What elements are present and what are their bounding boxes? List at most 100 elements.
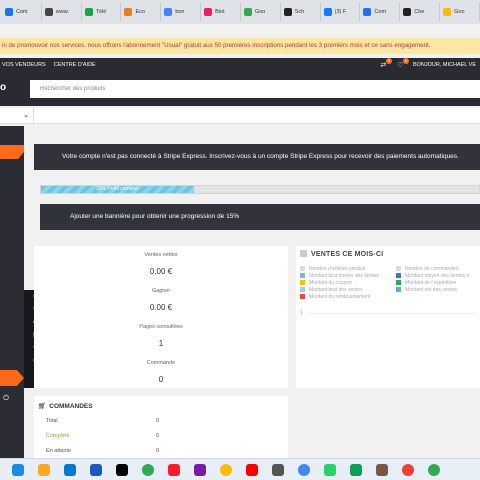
chrome-icon[interactable] [142, 464, 154, 476]
promo-text: in de promouvoir nos services, nous offr… [2, 42, 431, 49]
power-icon[interactable]: ⏻ [0, 395, 12, 403]
site-logo[interactable]: o [0, 82, 6, 93]
orders-row[interactable]: Complété 0 [46, 433, 159, 439]
browser-tab[interactable]: Goo [241, 3, 281, 21]
legend-label: Montant net des ventes [405, 287, 457, 293]
stat-page-views: Pages consultées 1 [34, 324, 288, 348]
tiktok-icon[interactable] [116, 464, 128, 476]
secondary-bar: ⌄ [0, 108, 480, 124]
profile-progress-bar: 35% Profil complet [40, 185, 480, 194]
stat-value: 1 [158, 339, 164, 348]
files-icon[interactable] [376, 464, 388, 476]
stat-orders: Commande 0 [34, 360, 288, 384]
whatsapp-icon[interactable] [324, 464, 336, 476]
chart-icon [300, 250, 307, 257]
tab-title: Che [414, 9, 425, 15]
onenote-icon[interactable] [194, 464, 206, 476]
stripe-notice: Votre compte n'est pas connecté à Stripe… [34, 144, 480, 170]
orders-row-value: 0 [156, 448, 160, 454]
word-icon[interactable] [90, 464, 102, 476]
legend-item[interactable]: Montant brut des ventes [300, 287, 363, 293]
chrome-icon[interactable] [298, 464, 310, 476]
promo-banner: in de promouvoir nos services, nous offr… [0, 38, 480, 54]
chrome-icon[interactable] [220, 464, 232, 476]
profile-progress-fill: 35% Profil complet [41, 186, 195, 193]
sales-title: VENTES CE MOIS-CI [300, 250, 383, 258]
dashboard-sidebar [0, 126, 24, 458]
user-greeting[interactable]: BONJOUR, MICHAEL VE [413, 62, 476, 68]
search-icon[interactable] [12, 464, 24, 476]
browser-tab[interactable]: www. [42, 3, 82, 21]
store-icon[interactable] [64, 464, 76, 476]
sales-title-text: VENTES CE MOIS-CI [311, 251, 384, 258]
stat-label: Pages consultées [139, 324, 183, 330]
orders-row-value: 0 [156, 418, 160, 424]
tab-favicon-icon [204, 8, 213, 16]
legend-item[interactable]: Montant net des ventes [396, 287, 457, 293]
nav-vendors-link[interactable]: VOS VENDEURS [2, 62, 46, 68]
legend-item[interactable]: Montant de l'expédition [396, 280, 456, 286]
orders-row-label: En attente [46, 448, 72, 454]
legend-label: Montant de l'expédition [405, 280, 457, 286]
nav-help-center-link[interactable]: CENTRE D'AIDE [54, 62, 96, 68]
orders-title: 🛒︎ COMMANDES [38, 402, 93, 410]
legend-label: Nombre d'articles vendus [309, 266, 366, 272]
opera-icon[interactable] [168, 464, 180, 476]
tab-favicon-icon [443, 8, 452, 16]
stats-panel: Ventes nettes 0.00 € Gagner 0.00 € Pages… [34, 246, 288, 388]
legend-label: Montant brut des ventes [309, 287, 363, 293]
stat-label: Gagner [151, 288, 171, 294]
legend-swatch [300, 280, 305, 285]
browser-tab[interactable]: Biot [201, 3, 241, 21]
monthly-sales-panel: VENTES CE MOIS-CI Nombre d'articles vend… [296, 246, 480, 388]
legend-label: Montant du coupon [309, 280, 352, 286]
chrome-icon[interactable] [402, 464, 414, 476]
legend-item[interactable]: Nombre de commandes [396, 266, 458, 272]
legend-item[interactable]: Nombre d'articles vendus [300, 266, 365, 272]
browser-tab[interactable]: Sch [281, 3, 321, 21]
cart-icon[interactable]: ⇄ 0 [379, 57, 392, 70]
legend-item[interactable]: Montant brut moyen des ventes [300, 273, 379, 279]
category-dropdown[interactable]: ⌄ [0, 108, 34, 124]
heart-icon[interactable]: ♡ 0 [396, 57, 409, 70]
stat-earnings: Gagner 0.00 € [34, 288, 288, 312]
chrome-icon[interactable] [428, 464, 440, 476]
stat-value: 0.00 € [149, 303, 173, 312]
browser-tab[interactable]: Eco [121, 3, 162, 21]
orders-panel: 🛒︎ COMMANDES Total 0 Complété 0 En attente 0 [34, 396, 288, 458]
legend-swatch [300, 287, 305, 292]
media-icon[interactable] [272, 464, 284, 476]
orders-row-value: 0 [156, 433, 160, 439]
tab-title: Eco [135, 9, 145, 15]
orders-row[interactable]: En attente 0 [46, 448, 159, 454]
legend-swatch [396, 266, 401, 271]
banner-prompt[interactable]: Ajouter une bannière pour obtenir une pr… [40, 204, 480, 230]
browser-tab[interactable]: Com [360, 3, 401, 21]
search-input[interactable] [30, 80, 480, 98]
youtube-icon[interactable] [246, 464, 258, 476]
legend-item[interactable]: Montant du coupon [300, 280, 352, 286]
browser-tab[interactable]: Goo [440, 3, 480, 21]
legend-item[interactable]: Montant du remboursement [300, 294, 370, 300]
tab-favicon-icon [164, 8, 173, 16]
orders-row[interactable]: Total 0 [46, 418, 159, 424]
wishlist-count-badge: 0 [402, 57, 409, 64]
browser-tab[interactable]: Che [400, 3, 441, 21]
phone-icon[interactable] [350, 464, 362, 476]
legend-swatch [396, 273, 401, 278]
orders-title-text: COMMANDES [49, 403, 93, 410]
legend-item[interactable]: Montant moyen des ventes n [396, 273, 469, 279]
tab-title: Com [16, 9, 28, 15]
browser-tab[interactable]: Com [2, 3, 42, 21]
tab-favicon-icon [363, 8, 372, 16]
tab-title: Goo [454, 9, 465, 15]
browser-tab[interactable]: bon [161, 3, 202, 21]
tab-favicon-icon [44, 8, 53, 16]
tab-favicon-icon [283, 8, 292, 16]
browser-tab[interactable]: (3) F [321, 3, 361, 21]
cart-count-badge: 0 [385, 57, 392, 64]
browser-tab[interactable]: Télé [82, 3, 122, 21]
os-taskbar [0, 458, 480, 480]
folder-icon[interactable] [38, 464, 50, 476]
stat-label: Commande [146, 360, 176, 366]
